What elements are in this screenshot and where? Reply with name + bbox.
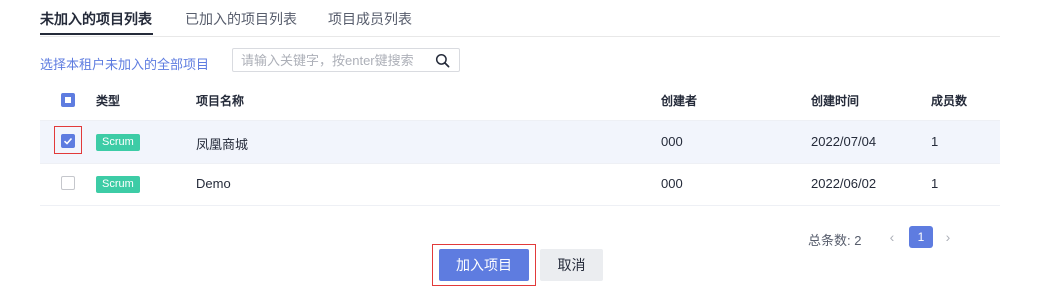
header-member-count: 成员数 xyxy=(931,94,968,108)
cancel-button[interactable]: 取消 xyxy=(540,249,603,281)
table-row[interactable]: Scrum 凤凰商城 000 2022/07/04 1 xyxy=(40,121,1000,164)
row-checkbox[interactable] xyxy=(61,134,75,148)
created-time: 2022/07/04 xyxy=(811,134,877,149)
join-project-button[interactable]: 加入项目 xyxy=(439,249,529,281)
member-count: 1 xyxy=(931,134,939,149)
search-box xyxy=(232,48,460,72)
creator: 000 xyxy=(661,134,683,149)
active-tab-indicator xyxy=(40,33,153,35)
tab-project-members[interactable]: 项目成员列表 xyxy=(328,9,412,29)
select-all-tenant-projects-link[interactable]: 选择本租户未加入的全部项目 xyxy=(40,54,209,73)
member-count: 1 xyxy=(931,176,939,191)
search-input[interactable] xyxy=(241,52,431,68)
creator: 000 xyxy=(661,176,683,191)
chevron-left-icon[interactable]: ‹ xyxy=(882,226,902,248)
project-name: Demo xyxy=(196,176,231,191)
chevron-right-icon[interactable]: › xyxy=(938,226,958,248)
type-badge: Scrum xyxy=(96,176,140,193)
row-checkbox[interactable] xyxy=(61,176,75,190)
header-type: 类型 xyxy=(96,94,121,108)
page-button[interactable]: 1 xyxy=(909,226,933,248)
table-header: 类型 项目名称 创建者 创建时间 成员数 xyxy=(40,80,1000,121)
search-icon[interactable] xyxy=(435,53,450,68)
created-time: 2022/06/02 xyxy=(811,176,877,191)
header-project-name: 项目名称 xyxy=(196,94,245,108)
header-creator: 创建者 xyxy=(661,94,698,108)
project-name: 凤凰商城 xyxy=(196,137,249,152)
tab-bar xyxy=(40,0,1000,37)
check-icon xyxy=(63,137,73,145)
type-badge: Scrum xyxy=(96,134,140,151)
total-count: 总条数: 2 xyxy=(808,233,862,248)
tab-not-joined-projects[interactable]: 未加入的项目列表 xyxy=(40,9,152,29)
header-created-time: 创建时间 xyxy=(811,94,860,108)
table-row[interactable]: Scrum Demo 000 2022/06/02 1 xyxy=(40,163,1000,206)
tab-joined-projects[interactable]: 已加入的项目列表 xyxy=(185,9,297,29)
select-all-checkbox[interactable] xyxy=(61,93,75,107)
